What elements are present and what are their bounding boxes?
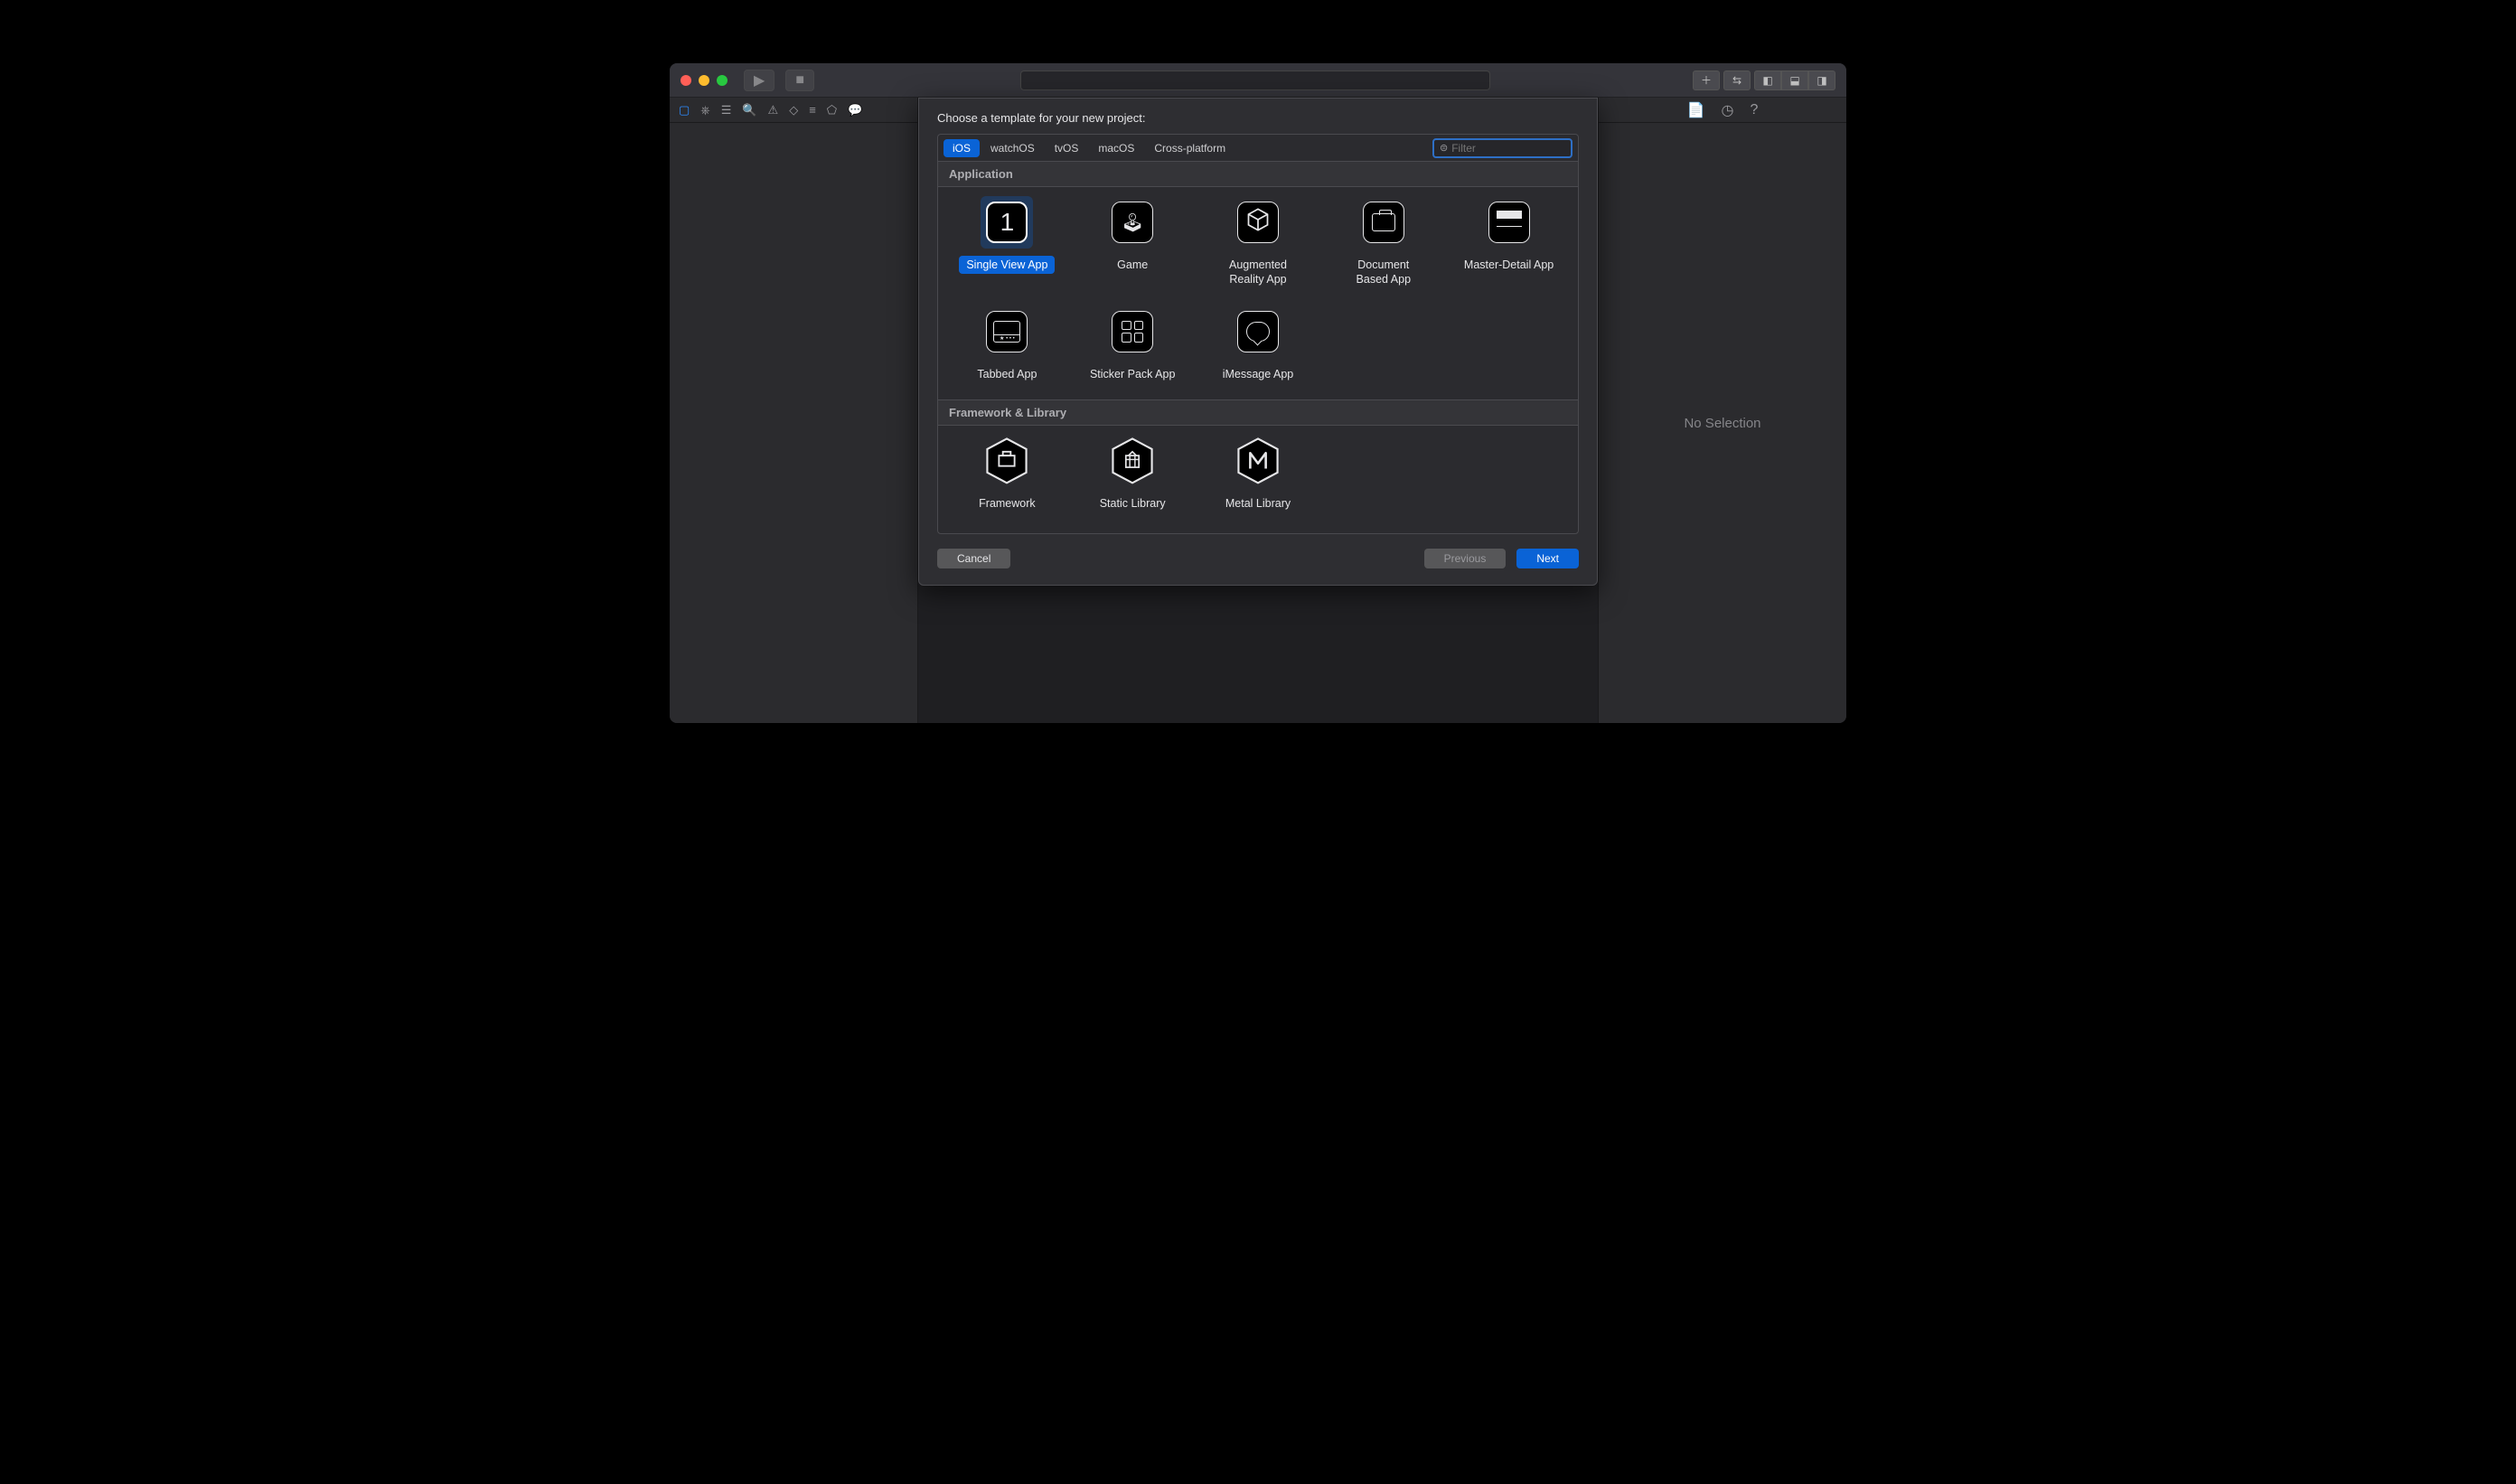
platform-tab-tvos[interactable]: tvOS bbox=[1046, 139, 1088, 157]
titlebar: ▶ ■ ＋ ⇆ ◧ ⬓ ◨ bbox=[670, 63, 1846, 98]
titlebar-right: ＋ ⇆ ◧ ⬓ ◨ bbox=[1693, 70, 1835, 90]
window-body: ▢ ⎈ ☰ 🔍 ⚠ ◇ ≡ ⬠ 💬 📄 ◷ ? No Selection bbox=[670, 98, 1846, 723]
single-view-icon: 1 bbox=[986, 202, 1028, 243]
static-library-hex-icon bbox=[1112, 440, 1153, 482]
template-label: Metal Library bbox=[1218, 494, 1298, 512]
template-master-detail[interactable]: Master-Detail App bbox=[1450, 196, 1567, 289]
breakpoint-navigator-icon[interactable]: ⬠ bbox=[827, 103, 837, 117]
section-header-application: Application bbox=[938, 162, 1578, 187]
platform-tab-ios[interactable]: iOS bbox=[944, 139, 980, 157]
xcode-window: ▶ ■ ＋ ⇆ ◧ ⬓ ◨ ▢ ⎈ ☰ 🔍 ⚠ ◇ ≡ ⬠ bbox=[670, 63, 1846, 723]
template-label: Game bbox=[1110, 256, 1155, 274]
new-project-sheet: Choose a template for your new project: … bbox=[918, 98, 1598, 586]
ar-cube-icon bbox=[1237, 202, 1279, 243]
template-label: Static Library bbox=[1093, 494, 1173, 512]
template-label: Framework bbox=[972, 494, 1043, 512]
report-navigator-icon[interactable]: 💬 bbox=[848, 103, 862, 117]
template-document-app[interactable]: Document Based App bbox=[1325, 196, 1441, 289]
metal-hex-icon bbox=[1237, 440, 1279, 482]
template-imessage-app[interactable]: iMessage App bbox=[1200, 305, 1317, 383]
application-grid: 1 Single View App 🕹 Game Augmented Reali… bbox=[938, 187, 1578, 399]
inspector-body: No Selection bbox=[1599, 123, 1846, 723]
navigator-tabs: ▢ ⎈ ☰ 🔍 ⚠ ◇ ≡ ⬠ 💬 bbox=[670, 98, 917, 123]
template-label: Sticker Pack App bbox=[1083, 365, 1183, 383]
folder-icon bbox=[1363, 202, 1404, 243]
sticker-grid-icon bbox=[1112, 311, 1153, 352]
toggle-navigator-button[interactable]: ◧ bbox=[1754, 70, 1781, 90]
template-metal-library[interactable]: Metal Library bbox=[1200, 435, 1317, 512]
template-label: Document Based App bbox=[1349, 256, 1418, 289]
section-body-application: 1 Single View App 🕹 Game Augmented Reali… bbox=[938, 187, 1578, 400]
platform-tabs: iOS watchOS tvOS macOS Cross-platform ⊜ bbox=[938, 135, 1578, 162]
symbol-navigator-icon[interactable]: ☰ bbox=[721, 103, 732, 117]
message-bubble-icon bbox=[1237, 311, 1279, 352]
template-label: Tabbed App bbox=[970, 365, 1044, 383]
framework-grid: Framework Static Library M bbox=[938, 426, 1578, 529]
no-selection-label: No Selection bbox=[1684, 416, 1760, 431]
bottom-panel-icon: ⬓ bbox=[1789, 74, 1799, 87]
template-ar-app[interactable]: Augmented Reality App bbox=[1200, 196, 1317, 289]
debug-navigator-icon[interactable]: ≡ bbox=[809, 103, 816, 117]
history-inspector-icon[interactable]: ◷ bbox=[1722, 101, 1734, 119]
inspector-tabs: 📄 ◷ ? bbox=[1599, 98, 1846, 123]
template-label: iMessage App bbox=[1216, 365, 1301, 383]
template-framework[interactable]: Framework bbox=[949, 435, 1066, 512]
test-navigator-icon[interactable]: ◇ bbox=[789, 103, 798, 117]
close-window-button[interactable] bbox=[681, 75, 691, 86]
code-review-button[interactable]: ⇆ bbox=[1723, 70, 1751, 90]
inspector-pane: 📄 ◷ ? No Selection bbox=[1598, 98, 1846, 723]
template-label: Master-Detail App bbox=[1457, 256, 1561, 274]
panel-toggle-group: ◧ ⬓ ◨ bbox=[1754, 70, 1835, 90]
template-chooser: iOS watchOS tvOS macOS Cross-platform ⊜ … bbox=[937, 134, 1579, 534]
section-header-framework: Framework & Library bbox=[938, 400, 1578, 426]
template-static-library[interactable]: Static Library bbox=[1075, 435, 1191, 512]
library-button[interactable]: ＋ bbox=[1693, 70, 1720, 90]
sidebar-right-icon: ◨ bbox=[1817, 74, 1826, 87]
platform-tab-crossplatform[interactable]: Cross-platform bbox=[1145, 139, 1235, 157]
arrows-icon: ⇆ bbox=[1732, 74, 1741, 87]
next-button[interactable]: Next bbox=[1516, 549, 1579, 568]
file-inspector-icon[interactable]: 📄 bbox=[1687, 101, 1705, 119]
tabbar-icon: ★ • • • bbox=[986, 311, 1028, 352]
toggle-debug-button[interactable]: ⬓ bbox=[1781, 70, 1808, 90]
filter-field[interactable]: ⊜ bbox=[1432, 138, 1572, 158]
sidebar-left-icon: ◧ bbox=[1762, 74, 1772, 87]
titlebar-center bbox=[825, 70, 1685, 90]
platform-tab-macos[interactable]: macOS bbox=[1089, 139, 1143, 157]
navigator-pane: ▢ ⎈ ☰ 🔍 ⚠ ◇ ≡ ⬠ 💬 bbox=[670, 98, 918, 723]
find-navigator-icon[interactable]: 🔍 bbox=[742, 103, 756, 117]
previous-button[interactable]: Previous bbox=[1424, 549, 1507, 568]
game-icon: 🕹 bbox=[1112, 202, 1153, 243]
zoom-window-button[interactable] bbox=[717, 75, 728, 86]
template-label: Augmented Reality App bbox=[1222, 256, 1294, 289]
framework-hex-icon bbox=[986, 440, 1028, 482]
section-body-framework: Framework Static Library M bbox=[938, 426, 1578, 529]
toggle-inspector-button[interactable]: ◨ bbox=[1808, 70, 1835, 90]
run-button[interactable]: ▶ bbox=[744, 70, 775, 91]
template-tabbed-app[interactable]: ★ • • • Tabbed App bbox=[949, 305, 1066, 383]
activity-view bbox=[1020, 70, 1490, 90]
plus-icon: ＋ bbox=[1701, 72, 1712, 88]
source-control-navigator-icon[interactable]: ⎈ bbox=[700, 103, 709, 117]
play-icon: ▶ bbox=[754, 71, 765, 89]
sheet-title: Choose a template for your new project: bbox=[937, 111, 1579, 125]
stop-button[interactable]: ■ bbox=[785, 70, 814, 91]
template-single-view-app[interactable]: 1 Single View App bbox=[949, 196, 1066, 289]
platform-tab-watchos[interactable]: watchOS bbox=[981, 139, 1044, 157]
template-label: Single View App bbox=[959, 256, 1055, 274]
project-navigator-icon[interactable]: ▢ bbox=[679, 103, 690, 117]
window-controls bbox=[681, 75, 728, 86]
sheet-footer: Cancel Previous Next bbox=[937, 534, 1579, 570]
help-inspector-icon[interactable]: ? bbox=[1750, 102, 1758, 118]
template-sticker-pack[interactable]: Sticker Pack App bbox=[1075, 305, 1191, 383]
stop-icon: ■ bbox=[795, 72, 804, 89]
template-game[interactable]: 🕹 Game bbox=[1075, 196, 1191, 289]
filter-icon: ⊜ bbox=[1440, 142, 1448, 154]
cancel-button[interactable]: Cancel bbox=[937, 549, 1010, 568]
minimize-window-button[interactable] bbox=[699, 75, 709, 86]
filter-input[interactable] bbox=[1451, 142, 1579, 155]
master-detail-icon bbox=[1488, 202, 1530, 243]
issue-navigator-icon[interactable]: ⚠ bbox=[768, 103, 779, 117]
